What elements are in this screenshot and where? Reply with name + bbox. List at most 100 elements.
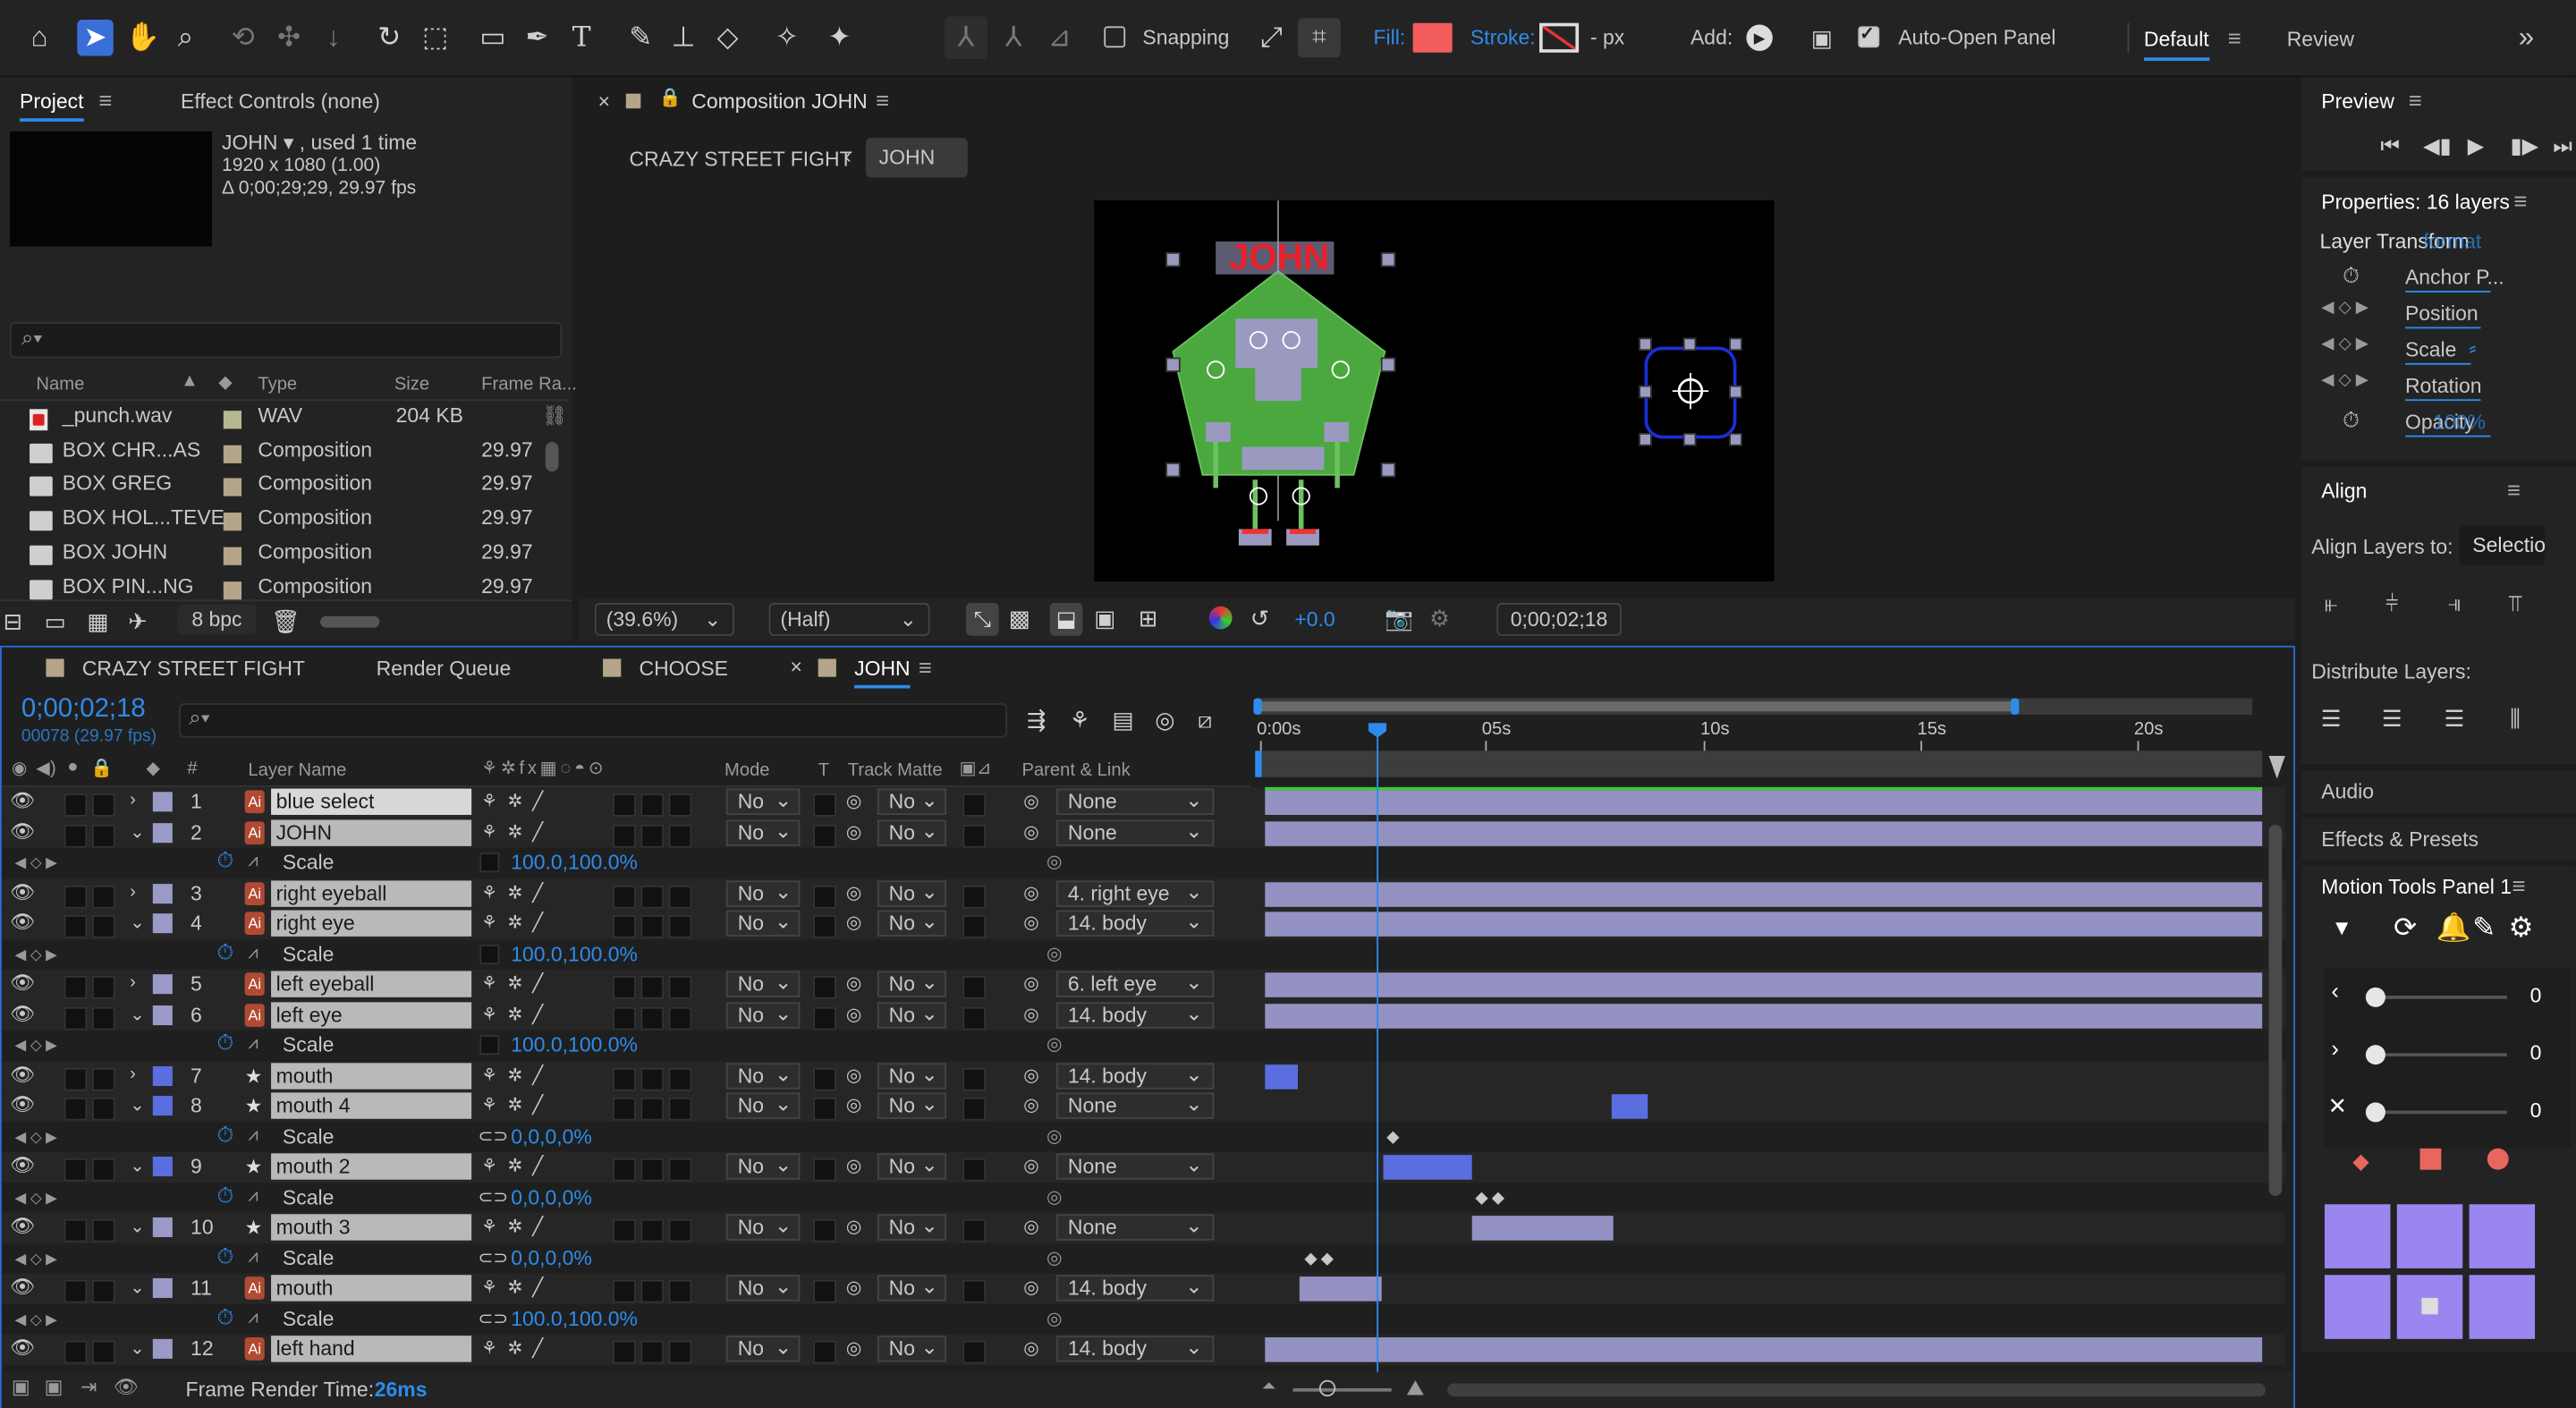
snap-points-icon[interactable]: ⌗ [1298, 18, 1341, 58]
collapse-triangle-icon[interactable]: ▼ [2331, 915, 2352, 940]
expression-pick-whip-icon[interactable]: ◎ [1046, 1246, 1063, 1268]
layer-label-color[interactable] [152, 1217, 173, 1237]
fx-switch[interactable] [613, 1158, 636, 1182]
property-row[interactable]: ◀ ◇ ▶ ⏱ ⩘ Scale 100.0,100.0% ◎ [1, 938, 2285, 970]
fx-switch[interactable] [613, 885, 636, 908]
position-label[interactable]: Position [2405, 302, 2479, 326]
project-item[interactable]: BOX HOL...TEVE Composition 29.97 [0, 503, 569, 536]
diamond-keyframe-icon[interactable]: ◆ [2352, 1149, 2368, 1175]
matte-link-icon[interactable]: ◎ [846, 972, 862, 994]
chevron-right-icon[interactable]: › [130, 790, 136, 810]
chevron-down-icon[interactable]: ⌄ [130, 1003, 145, 1024]
align-left-icon[interactable]: ⫦ [2313, 585, 2349, 621]
matte-link-icon[interactable]: ◎ [846, 1216, 862, 1237]
matte-link-icon[interactable]: ◎ [846, 820, 862, 842]
frame-blend-switch[interactable] [640, 1005, 665, 1030]
layer-row[interactable]: 👁 ⌄ 8 ★ mouth 4 ⚘ ✲ ╱ No ⌄ ◎ No ⌄ ◎ None ⌄ [1, 1090, 2285, 1122]
shy-switch-icon[interactable]: ⚘ [481, 1003, 497, 1024]
chevron-down-icon[interactable]: ⌄ [130, 1094, 145, 1115]
navigator-start[interactable] [1255, 751, 1262, 777]
eye-icon[interactable]: 👁 [10, 1275, 35, 1298]
property-value[interactable]: 100.0,100.0% [511, 942, 638, 965]
layer-label-color[interactable] [152, 792, 173, 812]
fx-switch[interactable] [613, 1218, 636, 1243]
project-item[interactable]: BOX JOHN Composition 29.97 [0, 537, 569, 570]
eraser-tool-icon[interactable]: ◇ [709, 20, 745, 55]
quality-switch-icon[interactable]: ╱ [532, 1216, 543, 1237]
frame-blend-switch[interactable] [640, 885, 665, 908]
distribute-left-icon[interactable]: ⫼ [2497, 700, 2533, 735]
audio-title[interactable]: Audio [2321, 780, 2374, 803]
graph-icon[interactable]: ⩘ [248, 851, 258, 872]
column-mode[interactable]: Mode [724, 760, 770, 780]
matte-link-icon[interactable]: ◎ [846, 1337, 862, 1359]
shy-switch-icon[interactable]: ⚘ [481, 820, 497, 842]
layer-row[interactable]: 👁 › 5 Ai left eyeball ⚘ ✲ ╱ No ⌄ ◎ No ⌄ ◎ 6. left eye ⌄ [1, 969, 2285, 1000]
collapse-switch-icon[interactable]: ✲ [508, 881, 523, 903]
graph-icon[interactable]: ⩘ [248, 1307, 258, 1328]
circle-keyframe-icon[interactable] [2487, 1148, 2509, 1170]
property-name[interactable]: Scale [283, 1033, 334, 1056]
chevron-down-icon[interactable]: ⌄ [130, 1277, 145, 1298]
preserve-transparency[interactable] [813, 885, 836, 908]
anchor-cell[interactable] [2469, 1204, 2536, 1268]
time-zoom-slider[interactable] [1292, 1387, 1392, 1392]
pan-behind-icon[interactable]: ⬚ [418, 20, 453, 55]
stroke-width[interactable]: - px [1590, 26, 1624, 49]
property-row[interactable]: ◀ ◇ ▶ ⏱ ⩘ Scale ⊂⊃ 100.0,100.0% ◎ [1, 1303, 2285, 1335]
interpret-footage-icon[interactable]: ⊟ [4, 603, 23, 639]
quality-switch-icon[interactable]: ╱ [532, 1094, 543, 1115]
keyframe-nav-icon[interactable]: ◀ ◇ ▶ [2321, 299, 2368, 317]
preserve-transparency[interactable] [813, 1218, 836, 1243]
layer-name[interactable]: mouth 4 [271, 1092, 472, 1119]
reset-exposure-icon[interactable]: ↺ [1250, 599, 1270, 635]
frame-blend-switch[interactable] [640, 793, 665, 817]
axis-local-icon[interactable]: ⅄ [945, 16, 987, 60]
lock-switch[interactable] [91, 1158, 115, 1182]
column-name[interactable]: Name [36, 375, 84, 394]
keyframe-nav-icon[interactable]: ◀ ◇ ▶ [2321, 335, 2368, 353]
track-matte-dropdown[interactable]: No ⌄ [877, 1336, 946, 1362]
property-value[interactable]: 0,0,0,0% [511, 1246, 592, 1269]
motion-blur-switch[interactable] [668, 1097, 692, 1121]
frame-blend-switch[interactable] [640, 975, 665, 999]
clone-stamp-icon[interactable]: ⊥ [665, 20, 701, 55]
roto-brush-icon[interactable]: ✧ [769, 20, 805, 55]
pick-whip-icon[interactable]: ◎ [1023, 1064, 1039, 1085]
collapse-switch-icon[interactable]: ✲ [508, 1155, 523, 1176]
layer-duration-bar[interactable] [1265, 1337, 2263, 1362]
transparency-grid-icon[interactable]: ▩ [1009, 599, 1030, 635]
motion-blur-switch[interactable] [668, 975, 692, 999]
solo-icon[interactable]: ● [67, 758, 78, 777]
quality-switch-icon[interactable]: ╱ [532, 881, 543, 903]
pick-whip-icon[interactable]: ◎ [1023, 820, 1039, 842]
comp-mini-flowchart-icon[interactable]: ⇶ [1027, 701, 1046, 737]
lock-switch[interactable] [91, 1279, 115, 1303]
parent-dropdown[interactable]: None ⌄ [1056, 1153, 1215, 1180]
close-tab-icon[interactable]: × [790, 656, 801, 679]
motion-blur-icon[interactable]: ◎ [1155, 701, 1174, 737]
quality-switch-icon[interactable]: ╱ [532, 972, 543, 994]
tab-choose[interactable]: CHOOSE [639, 657, 728, 681]
preserve-transparency[interactable] [813, 1158, 836, 1182]
fx-switch[interactable] [613, 1005, 636, 1030]
layer-row[interactable]: 👁 › 3 Ai right eyeball ⚘ ✲ ╱ No ⌄ ◎ No ⌄ ◎ 4. right ey… [1, 878, 2285, 909]
preserve-transparency[interactable] [813, 975, 836, 999]
keyframe-nav-icon[interactable]: ◀ ◇ ▶ [15, 1037, 57, 1055]
stopwatch-icon[interactable]: ⏱ [216, 848, 233, 874]
pick-whip-icon[interactable]: ◎ [1023, 1337, 1039, 1359]
matte-invert[interactable] [962, 824, 987, 847]
matte-invert[interactable] [962, 885, 987, 908]
effects-presets-title[interactable]: Effects & Presets [2321, 828, 2479, 852]
exposure-value[interactable]: +0.0 [1294, 608, 1335, 632]
graph-icon[interactable]: ⩘ [248, 1033, 258, 1055]
work-area-end[interactable] [2011, 698, 2020, 715]
guides-icon[interactable]: ⊞ [1139, 599, 1158, 635]
comp-viewer[interactable]: JOHN [1094, 200, 1775, 582]
project-menu-icon[interactable]: ≡ [98, 87, 112, 113]
fx-switch[interactable] [613, 1097, 636, 1121]
graph-icon[interactable]: ⩘ [248, 1185, 258, 1207]
chevron-down-icon[interactable]: ⌄ [130, 1155, 145, 1176]
region-of-interest-icon[interactable]: ▣ [1094, 599, 1115, 635]
graph-editor-icon[interactable]: ⧄ [1198, 701, 1212, 737]
